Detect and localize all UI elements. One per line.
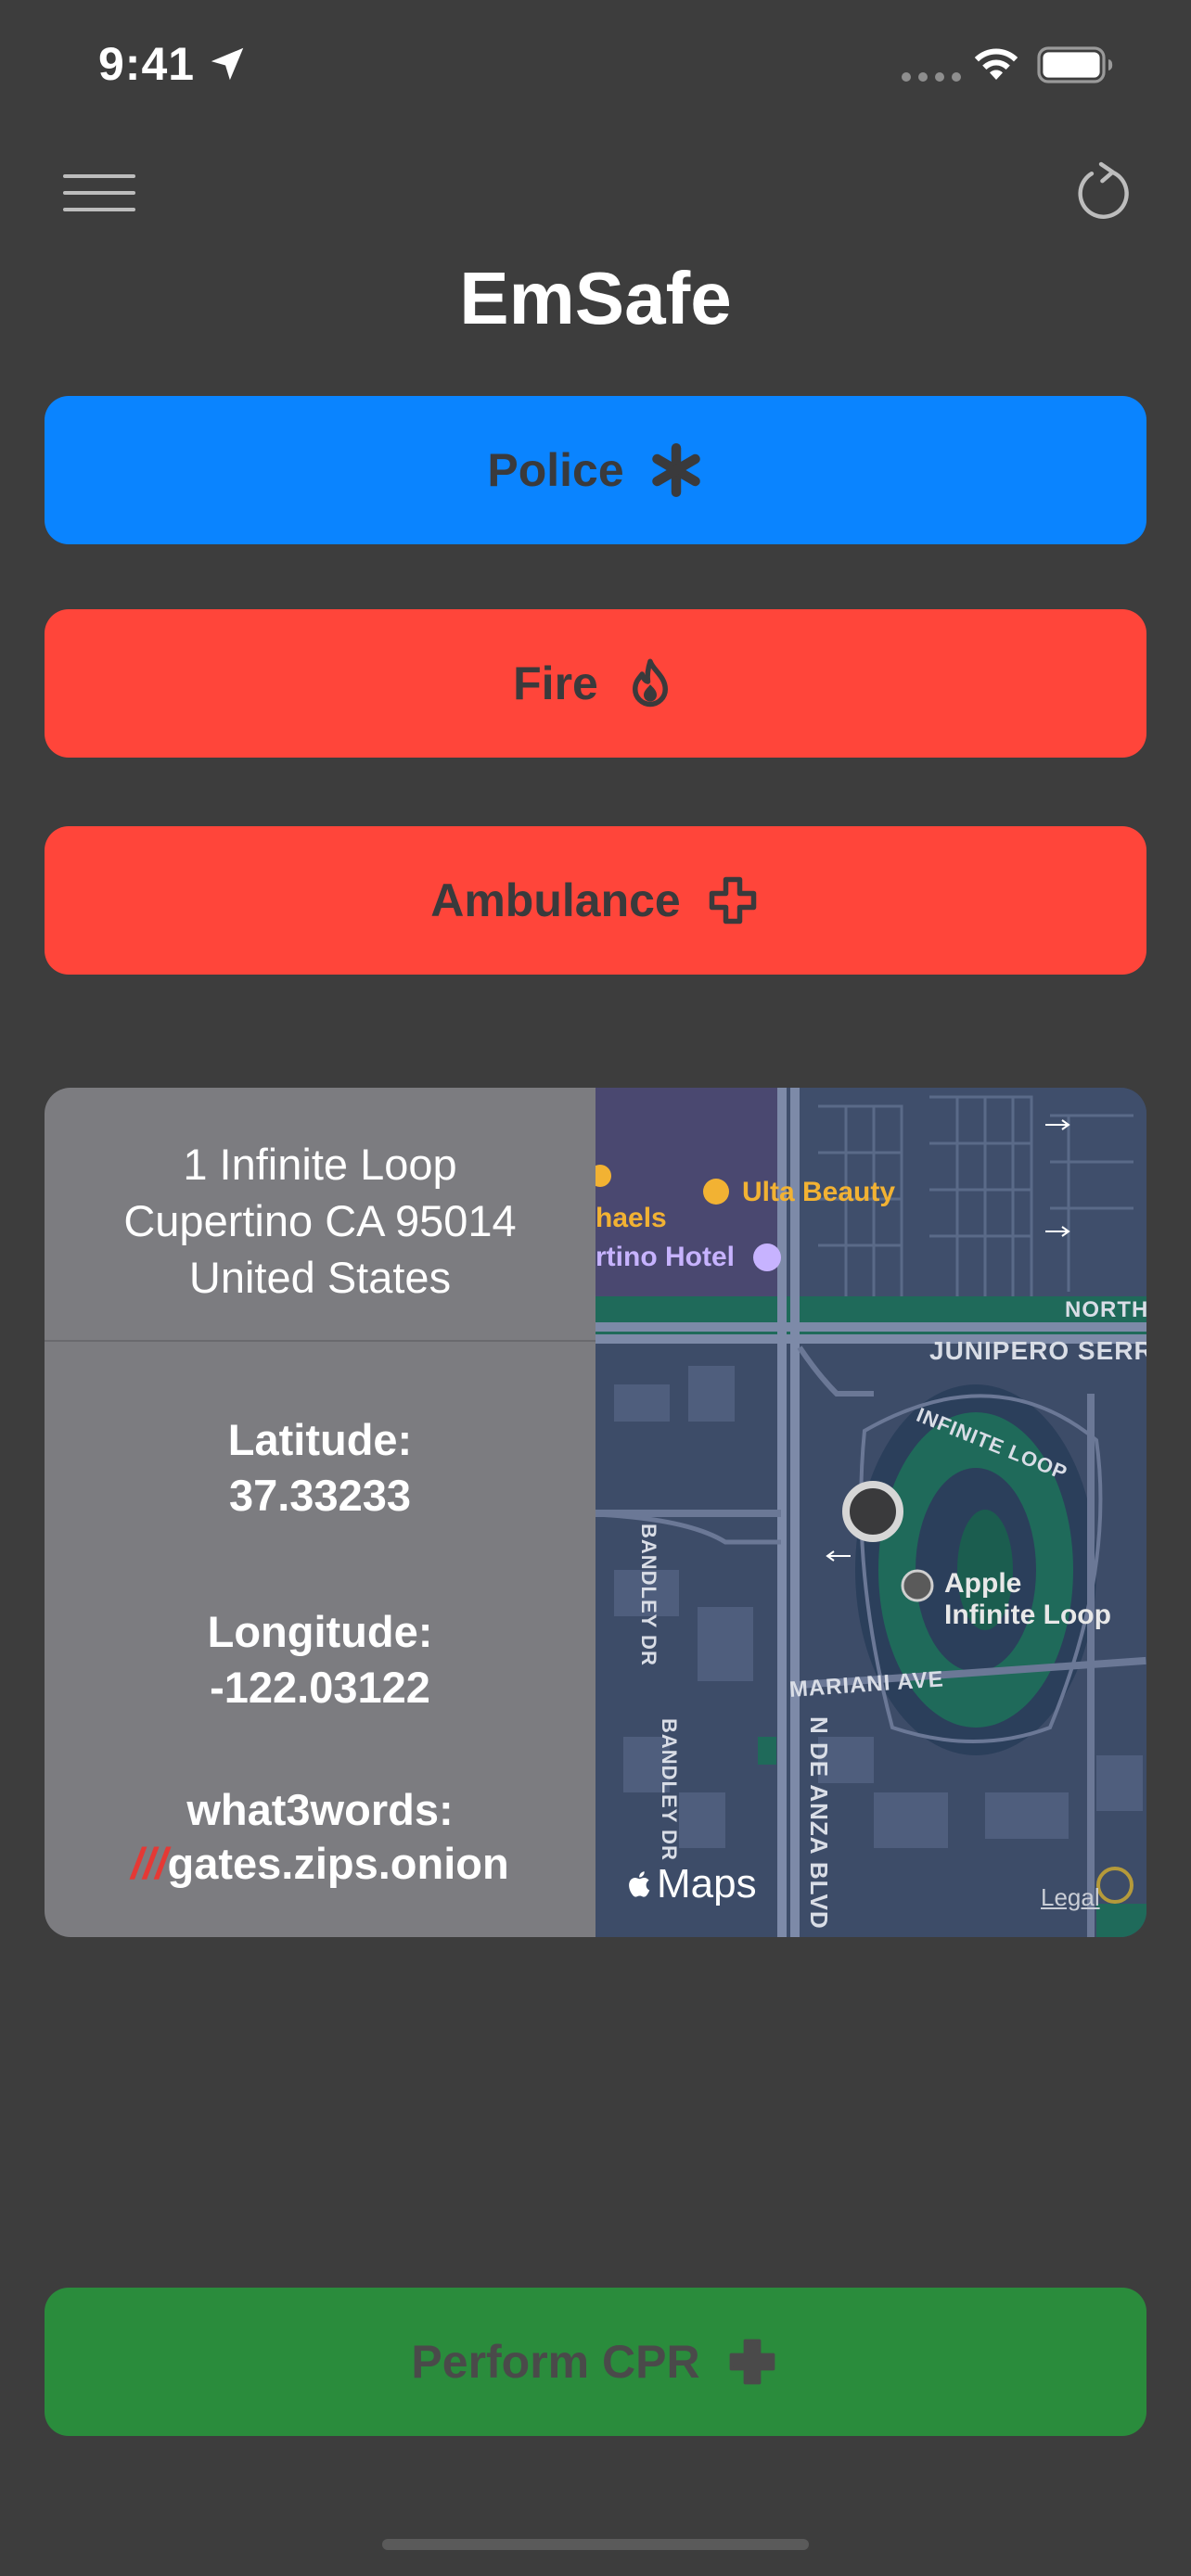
cross-filled-icon <box>729 2339 775 2385</box>
longitude-value: -122.03122 <box>210 1663 430 1712</box>
home-indicator[interactable] <box>382 2539 809 2550</box>
what3words-address: ///gates.zips.onion <box>45 1837 596 1891</box>
fire-button-label: Fire <box>513 657 598 709</box>
location-info-panel: 1 Infinite Loop Cupertino CA 95014 Unite… <box>45 1088 596 1937</box>
address-block: 1 Infinite Loop Cupertino CA 95014 Unite… <box>45 1136 596 1306</box>
map-legal-link[interactable]: Legal <box>1041 1883 1100 1912</box>
fire-button[interactable]: Fire <box>45 609 1146 758</box>
location-arrow-icon <box>211 47 244 81</box>
refresh-icon[interactable] <box>1070 159 1137 226</box>
status-bar: 9:41 <box>0 0 1191 139</box>
map-poi-apple-line-1: Apple <box>944 1568 1022 1599</box>
map-poi-ulta-beauty: Ulta Beauty <box>742 1177 896 1207</box>
wifi-icon <box>974 48 1018 80</box>
map-poi-michaels: haels <box>596 1203 667 1233</box>
perform-cpr-button[interactable]: Perform CPR <box>45 2288 1146 2436</box>
police-button-label: Police <box>487 444 624 496</box>
emsafe-screen: 9:41 EmSafe Police Fire Ambulance 1 Infi… <box>0 0 1191 2576</box>
hamburger-menu-icon[interactable] <box>63 171 137 217</box>
ambulance-button-label: Ambulance <box>430 874 681 926</box>
longitude-label: Longitude: <box>207 1607 433 1656</box>
map-street-de-anza-blvd: N DE ANZA BLVD <box>805 1716 833 1930</box>
perform-cpr-button-label: Perform CPR <box>411 2336 700 2388</box>
map-street-bandley-dr-1: BANDLEY DR <box>637 1524 660 1666</box>
latitude-label: Latitude: <box>227 1415 413 1464</box>
map-street-bandley-dr-2: BANDLEY DR <box>658 1718 681 1861</box>
latitude-value: 37.33233 <box>228 1471 412 1520</box>
cellular-dots-icon <box>902 72 961 82</box>
apple-logo-icon <box>629 1871 650 1897</box>
info-divider <box>45 1340 596 1342</box>
address-line-1: 1 Infinite Loop <box>183 1140 457 1189</box>
location-card: 1 Infinite Loop Cupertino CA 95014 Unite… <box>45 1088 1146 1937</box>
current-location-pin <box>842 1481 903 1542</box>
map-street-junipero-serra: JUNIPERO SERR <box>929 1336 1146 1365</box>
map-poi-hotel: rtino Hotel <box>596 1242 735 1272</box>
map-street-north: NORTH <box>1065 1297 1146 1322</box>
ambulance-button[interactable]: Ambulance <box>45 826 1146 975</box>
address-line-3: United States <box>188 1253 452 1302</box>
what3words-label: what3words: <box>186 1785 454 1834</box>
latitude-block: Latitude: 37.33233 <box>45 1412 596 1524</box>
police-button[interactable]: Police <box>45 396 1146 544</box>
address-line-2: Cupertino CA 95014 <box>123 1196 517 1245</box>
what3words-slashes: /// <box>131 1839 168 1888</box>
maps-brand: Maps <box>627 1861 757 1907</box>
map-poi-apple-infinite-loop: Apple Infinite Loop <box>944 1568 1111 1631</box>
map-view[interactable]: Ulta Beauty haels rtino Hotel NORTH JUNI… <box>596 1088 1146 1937</box>
cross-outline-icon <box>709 876 756 925</box>
maps-brand-label: Maps <box>657 1861 757 1906</box>
battery-icon <box>1037 46 1113 83</box>
map-poi-apple-line-2: Infinite Loop <box>944 1600 1111 1630</box>
what3words-value: gates.zips.onion <box>167 1839 509 1888</box>
asterisk-icon <box>651 443 700 497</box>
app-title: EmSafe <box>459 257 732 339</box>
longitude-block: Longitude: -122.03122 <box>45 1604 596 1715</box>
status-time: 9:41 <box>98 38 196 90</box>
flame-icon <box>632 658 668 708</box>
what3words-block: what3words: ///gates.zips.onion <box>45 1783 596 1891</box>
